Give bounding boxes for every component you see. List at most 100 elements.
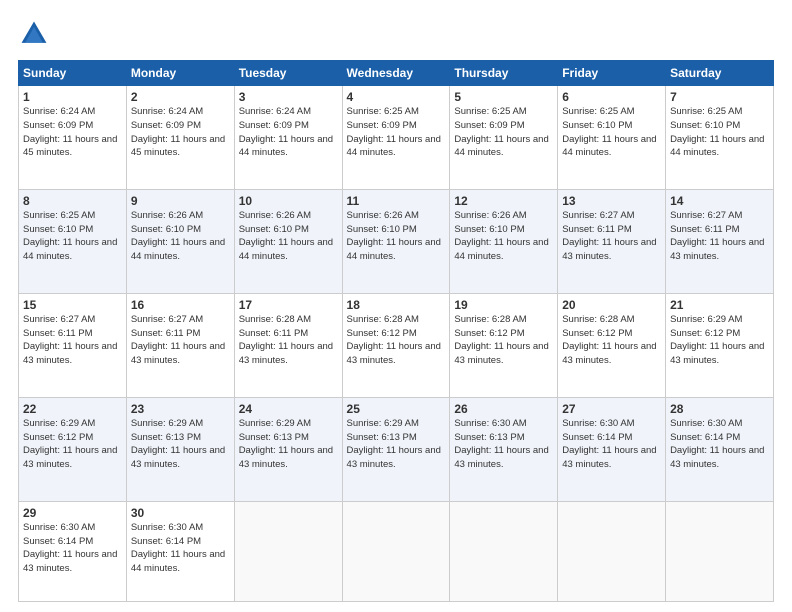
day-number: 4 bbox=[347, 90, 446, 104]
day-number: 3 bbox=[239, 90, 338, 104]
calendar-cell: 3Sunrise: 6:24 AMSunset: 6:09 PMDaylight… bbox=[234, 86, 342, 190]
calendar-cell: 27Sunrise: 6:30 AMSunset: 6:14 PMDayligh… bbox=[558, 397, 666, 501]
calendar-cell: 29Sunrise: 6:30 AMSunset: 6:14 PMDayligh… bbox=[19, 501, 127, 601]
calendar-cell: 24Sunrise: 6:29 AMSunset: 6:13 PMDayligh… bbox=[234, 397, 342, 501]
calendar-cell: 11Sunrise: 6:26 AMSunset: 6:10 PMDayligh… bbox=[342, 189, 450, 293]
calendar-cell: 16Sunrise: 6:27 AMSunset: 6:11 PMDayligh… bbox=[126, 293, 234, 397]
day-info: Sunrise: 6:28 AMSunset: 6:12 PMDaylight:… bbox=[347, 313, 446, 368]
calendar-cell: 21Sunrise: 6:29 AMSunset: 6:12 PMDayligh… bbox=[666, 293, 774, 397]
day-info: Sunrise: 6:26 AMSunset: 6:10 PMDaylight:… bbox=[347, 209, 446, 264]
day-info: Sunrise: 6:24 AMSunset: 6:09 PMDaylight:… bbox=[131, 105, 230, 160]
day-number: 2 bbox=[131, 90, 230, 104]
day-info: Sunrise: 6:28 AMSunset: 6:12 PMDaylight:… bbox=[454, 313, 553, 368]
day-info: Sunrise: 6:29 AMSunset: 6:12 PMDaylight:… bbox=[670, 313, 769, 368]
calendar-cell: 20Sunrise: 6:28 AMSunset: 6:12 PMDayligh… bbox=[558, 293, 666, 397]
calendar-cell: 19Sunrise: 6:28 AMSunset: 6:12 PMDayligh… bbox=[450, 293, 558, 397]
logo bbox=[18, 18, 54, 50]
day-info: Sunrise: 6:29 AMSunset: 6:13 PMDaylight:… bbox=[131, 417, 230, 472]
weekday-header-row: SundayMondayTuesdayWednesdayThursdayFrid… bbox=[19, 61, 774, 86]
day-info: Sunrise: 6:29 AMSunset: 6:13 PMDaylight:… bbox=[239, 417, 338, 472]
day-info: Sunrise: 6:25 AMSunset: 6:09 PMDaylight:… bbox=[347, 105, 446, 160]
day-info: Sunrise: 6:25 AMSunset: 6:10 PMDaylight:… bbox=[562, 105, 661, 160]
day-number: 30 bbox=[131, 506, 230, 520]
week-row-3: 15Sunrise: 6:27 AMSunset: 6:11 PMDayligh… bbox=[19, 293, 774, 397]
calendar-cell: 12Sunrise: 6:26 AMSunset: 6:10 PMDayligh… bbox=[450, 189, 558, 293]
day-info: Sunrise: 6:25 AMSunset: 6:10 PMDaylight:… bbox=[23, 209, 122, 264]
day-number: 18 bbox=[347, 298, 446, 312]
day-info: Sunrise: 6:27 AMSunset: 6:11 PMDaylight:… bbox=[670, 209, 769, 264]
day-number: 27 bbox=[562, 402, 661, 416]
calendar-cell: 5Sunrise: 6:25 AMSunset: 6:09 PMDaylight… bbox=[450, 86, 558, 190]
calendar-cell: 6Sunrise: 6:25 AMSunset: 6:10 PMDaylight… bbox=[558, 86, 666, 190]
day-number: 8 bbox=[23, 194, 122, 208]
day-info: Sunrise: 6:25 AMSunset: 6:09 PMDaylight:… bbox=[454, 105, 553, 160]
day-number: 9 bbox=[131, 194, 230, 208]
calendar-cell: 9Sunrise: 6:26 AMSunset: 6:10 PMDaylight… bbox=[126, 189, 234, 293]
week-row-5: 29Sunrise: 6:30 AMSunset: 6:14 PMDayligh… bbox=[19, 501, 774, 601]
day-info: Sunrise: 6:27 AMSunset: 6:11 PMDaylight:… bbox=[562, 209, 661, 264]
day-info: Sunrise: 6:26 AMSunset: 6:10 PMDaylight:… bbox=[454, 209, 553, 264]
weekday-header-friday: Friday bbox=[558, 61, 666, 86]
day-number: 13 bbox=[562, 194, 661, 208]
day-info: Sunrise: 6:28 AMSunset: 6:12 PMDaylight:… bbox=[562, 313, 661, 368]
day-info: Sunrise: 6:30 AMSunset: 6:14 PMDaylight:… bbox=[23, 521, 122, 576]
calendar-cell: 7Sunrise: 6:25 AMSunset: 6:10 PMDaylight… bbox=[666, 86, 774, 190]
calendar-cell: 26Sunrise: 6:30 AMSunset: 6:13 PMDayligh… bbox=[450, 397, 558, 501]
page: SundayMondayTuesdayWednesdayThursdayFrid… bbox=[0, 0, 792, 612]
weekday-header-tuesday: Tuesday bbox=[234, 61, 342, 86]
calendar-cell: 25Sunrise: 6:29 AMSunset: 6:13 PMDayligh… bbox=[342, 397, 450, 501]
calendar-cell: 30Sunrise: 6:30 AMSunset: 6:14 PMDayligh… bbox=[126, 501, 234, 601]
day-info: Sunrise: 6:24 AMSunset: 6:09 PMDaylight:… bbox=[23, 105, 122, 160]
day-number: 14 bbox=[670, 194, 769, 208]
day-number: 5 bbox=[454, 90, 553, 104]
week-row-2: 8Sunrise: 6:25 AMSunset: 6:10 PMDaylight… bbox=[19, 189, 774, 293]
calendar-cell bbox=[558, 501, 666, 601]
day-info: Sunrise: 6:25 AMSunset: 6:10 PMDaylight:… bbox=[670, 105, 769, 160]
day-number: 10 bbox=[239, 194, 338, 208]
day-number: 19 bbox=[454, 298, 553, 312]
calendar-cell: 1Sunrise: 6:24 AMSunset: 6:09 PMDaylight… bbox=[19, 86, 127, 190]
weekday-header-wednesday: Wednesday bbox=[342, 61, 450, 86]
calendar-cell: 23Sunrise: 6:29 AMSunset: 6:13 PMDayligh… bbox=[126, 397, 234, 501]
calendar-cell: 8Sunrise: 6:25 AMSunset: 6:10 PMDaylight… bbox=[19, 189, 127, 293]
header bbox=[18, 18, 774, 50]
calendar-cell: 13Sunrise: 6:27 AMSunset: 6:11 PMDayligh… bbox=[558, 189, 666, 293]
day-number: 16 bbox=[131, 298, 230, 312]
calendar-table: SundayMondayTuesdayWednesdayThursdayFrid… bbox=[18, 60, 774, 602]
day-info: Sunrise: 6:29 AMSunset: 6:13 PMDaylight:… bbox=[347, 417, 446, 472]
day-number: 11 bbox=[347, 194, 446, 208]
day-info: Sunrise: 6:28 AMSunset: 6:11 PMDaylight:… bbox=[239, 313, 338, 368]
day-info: Sunrise: 6:29 AMSunset: 6:12 PMDaylight:… bbox=[23, 417, 122, 472]
day-number: 22 bbox=[23, 402, 122, 416]
day-info: Sunrise: 6:26 AMSunset: 6:10 PMDaylight:… bbox=[239, 209, 338, 264]
calendar-cell: 15Sunrise: 6:27 AMSunset: 6:11 PMDayligh… bbox=[19, 293, 127, 397]
day-info: Sunrise: 6:27 AMSunset: 6:11 PMDaylight:… bbox=[131, 313, 230, 368]
day-info: Sunrise: 6:27 AMSunset: 6:11 PMDaylight:… bbox=[23, 313, 122, 368]
day-number: 29 bbox=[23, 506, 122, 520]
day-number: 7 bbox=[670, 90, 769, 104]
calendar-cell bbox=[450, 501, 558, 601]
calendar-cell bbox=[342, 501, 450, 601]
day-number: 23 bbox=[131, 402, 230, 416]
weekday-header-thursday: Thursday bbox=[450, 61, 558, 86]
weekday-header-monday: Monday bbox=[126, 61, 234, 86]
calendar-cell: 18Sunrise: 6:28 AMSunset: 6:12 PMDayligh… bbox=[342, 293, 450, 397]
day-number: 20 bbox=[562, 298, 661, 312]
calendar-cell: 22Sunrise: 6:29 AMSunset: 6:12 PMDayligh… bbox=[19, 397, 127, 501]
calendar-cell: 4Sunrise: 6:25 AMSunset: 6:09 PMDaylight… bbox=[342, 86, 450, 190]
day-number: 28 bbox=[670, 402, 769, 416]
calendar-cell bbox=[234, 501, 342, 601]
day-info: Sunrise: 6:24 AMSunset: 6:09 PMDaylight:… bbox=[239, 105, 338, 160]
day-info: Sunrise: 6:30 AMSunset: 6:13 PMDaylight:… bbox=[454, 417, 553, 472]
day-number: 21 bbox=[670, 298, 769, 312]
calendar-cell: 2Sunrise: 6:24 AMSunset: 6:09 PMDaylight… bbox=[126, 86, 234, 190]
calendar-cell: 14Sunrise: 6:27 AMSunset: 6:11 PMDayligh… bbox=[666, 189, 774, 293]
calendar-cell: 28Sunrise: 6:30 AMSunset: 6:14 PMDayligh… bbox=[666, 397, 774, 501]
day-number: 17 bbox=[239, 298, 338, 312]
weekday-header-saturday: Saturday bbox=[666, 61, 774, 86]
day-number: 25 bbox=[347, 402, 446, 416]
day-number: 12 bbox=[454, 194, 553, 208]
day-number: 24 bbox=[239, 402, 338, 416]
day-number: 15 bbox=[23, 298, 122, 312]
day-info: Sunrise: 6:30 AMSunset: 6:14 PMDaylight:… bbox=[670, 417, 769, 472]
